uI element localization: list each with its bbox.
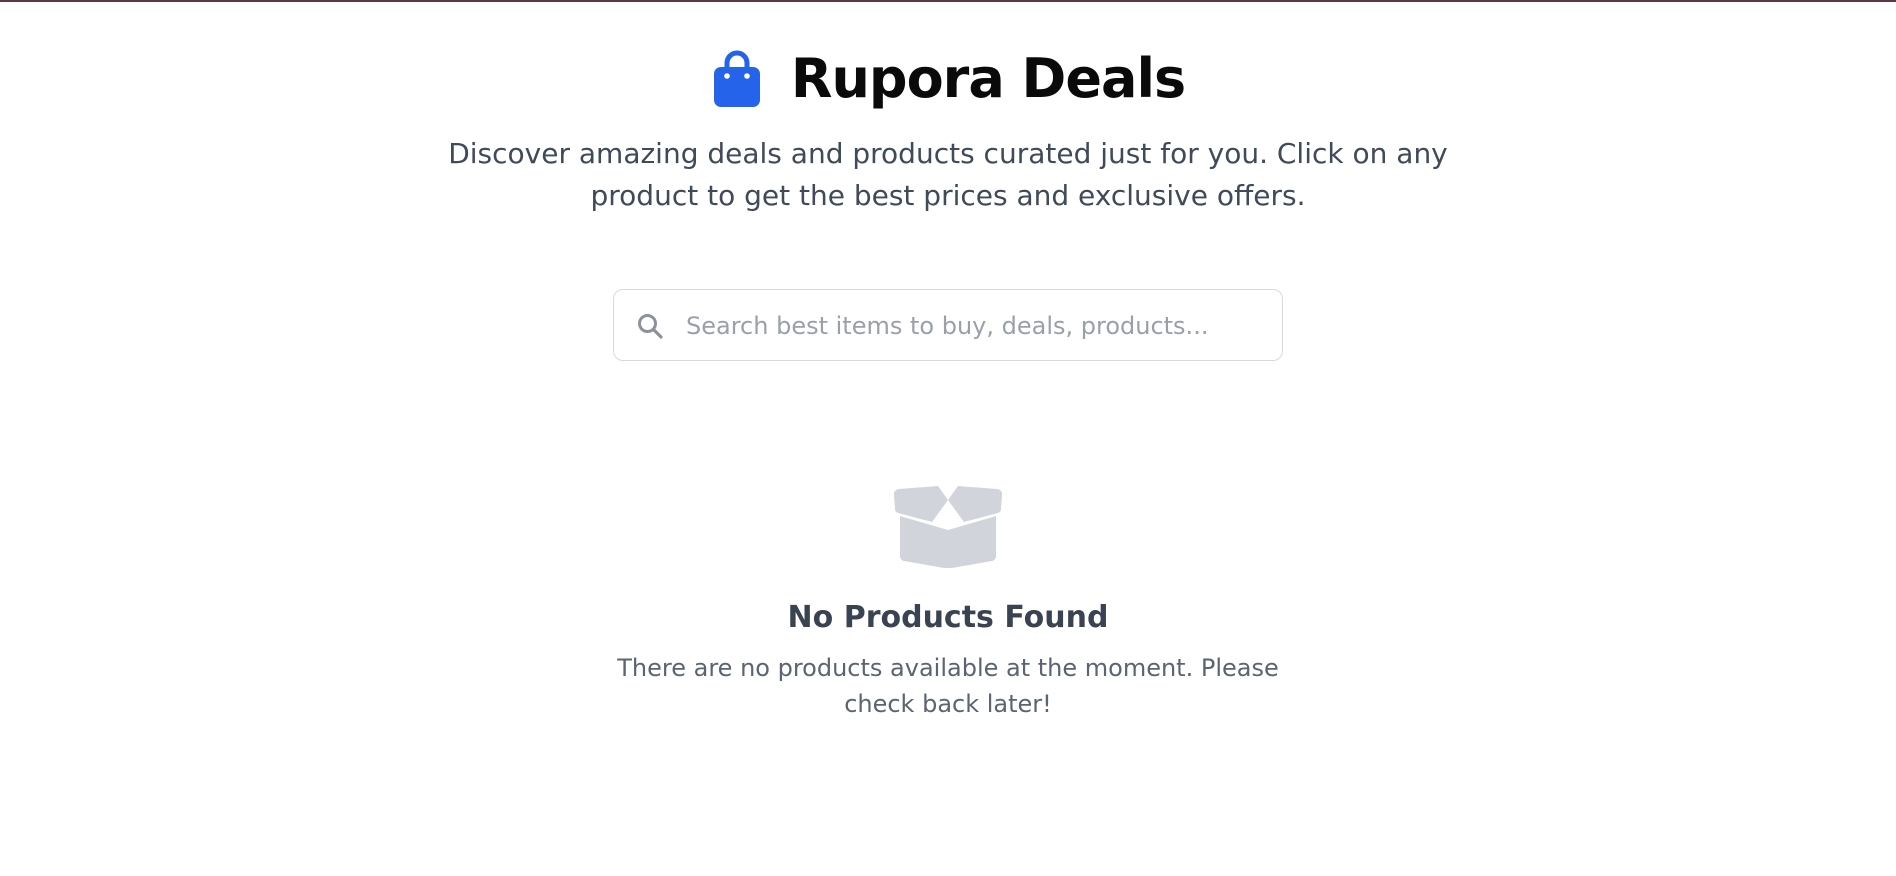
empty-state: No Products Found There are no products … — [0, 486, 1896, 722]
search-input[interactable] — [684, 290, 1268, 362]
page-title: Rupora Deals — [790, 47, 1186, 110]
search-icon — [636, 312, 664, 340]
shopping-bag-icon — [711, 50, 763, 108]
empty-state-message: There are no products available at the m… — [617, 654, 1279, 718]
page-subtitle: Discover amazing deals and products cura… — [448, 137, 1448, 212]
page: Rupora Deals Discover amazing deals and … — [0, 0, 1896, 876]
open-box-icon — [892, 486, 1004, 569]
search-box[interactable] — [613, 289, 1283, 362]
top-border — [0, 0, 1896, 2]
header: Rupora Deals — [0, 44, 1896, 114]
empty-state-title: No Products Found — [787, 600, 1109, 635]
